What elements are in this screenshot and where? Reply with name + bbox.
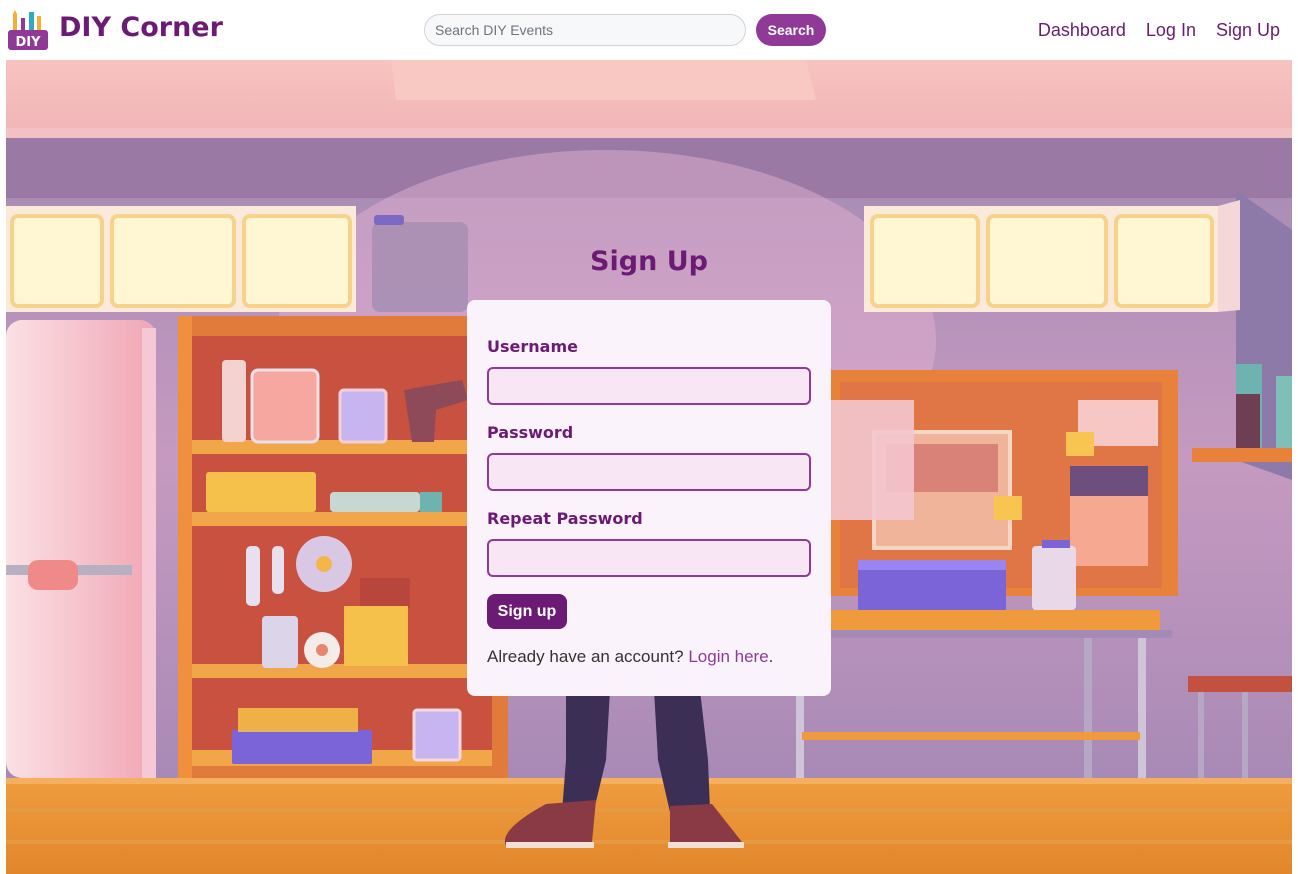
login-prompt: Already have an account? Login here. [487, 647, 773, 667]
navbar: DIY DIY Corner Search Dashboard Log In S… [0, 0, 1298, 60]
search-input[interactable] [424, 14, 746, 46]
svg-text:DIY: DIY [15, 35, 41, 50]
repeat-password-label: Repeat Password [487, 509, 643, 528]
nav-link-signup[interactable]: Sign Up [1216, 20, 1280, 41]
username-label: Username [487, 337, 578, 356]
signup-form-card: Username Password Repeat Password Sign u… [467, 300, 831, 696]
brand-title[interactable]: DIY Corner [59, 12, 223, 43]
nav-link-login[interactable]: Log In [1146, 20, 1196, 41]
nav-links: Dashboard Log In Sign Up [1038, 20, 1280, 41]
username-input[interactable] [487, 367, 811, 405]
repeat-password-input[interactable] [487, 539, 811, 577]
login-prompt-text: Already have an account? [487, 647, 684, 666]
password-label: Password [487, 423, 574, 442]
login-prompt-period: . [768, 647, 774, 666]
search-button[interactable]: Search [756, 14, 826, 46]
signup-title: Sign Up [590, 246, 708, 277]
nav-link-dashboard[interactable]: Dashboard [1038, 20, 1126, 41]
password-input[interactable] [487, 453, 811, 491]
login-here-link[interactable]: Login here [688, 647, 768, 666]
diy-tools-logo-icon[interactable]: DIY [8, 8, 48, 50]
signup-submit-button[interactable]: Sign up [487, 594, 567, 629]
